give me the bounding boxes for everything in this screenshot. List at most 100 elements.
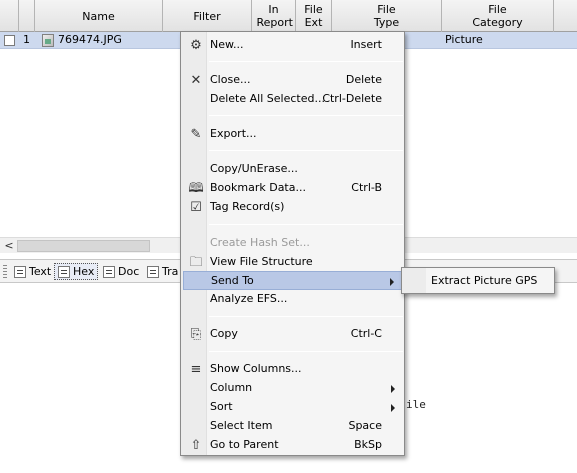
tab-label: Doc [118,265,140,278]
column-header-label: Name [82,9,115,23]
column-header-checkbox[interactable] [0,0,19,32]
menu-icon-gutter [402,268,426,293]
hex-view-icon [58,265,70,278]
menu-separator [209,115,403,116]
image-file-icon [42,34,54,47]
menu-item-label: Show Columns... [210,362,302,375]
context-menu: ⚙ New... Insert ✕ Close... Delete Delete… [180,31,405,456]
menu-item-extract-picture-gps[interactable]: Extract Picture GPS [431,274,537,287]
row-file-name: 769474.JPG [58,33,122,46]
table-header: Name Filter In Report File Ext File Type… [0,0,577,32]
submenu-arrow-icon [391,404,395,412]
menu-item-label: Copy/UnErase... [210,162,298,175]
menu-item-bookmark-data[interactable]: 🕮 Bookmark Data... Ctrl-B [183,179,402,198]
menu-item-copy[interactable]: ⎘ Copy Ctrl-C [183,325,402,344]
menu-item-label: Column [210,381,253,394]
column-header-in-report[interactable]: In Report [252,0,296,32]
transcript-view-icon [147,265,159,278]
go-to-parent-icon: ⇧ [190,438,202,453]
column-header-file-type[interactable]: File Type [332,0,442,32]
column-header-label: File Category [472,3,523,29]
submenu-arrow-icon [391,385,395,393]
column-header-number[interactable] [19,0,35,32]
column-header-label: File Ext [304,3,323,29]
doc-view-icon [103,265,115,278]
column-header-file-category[interactable]: File Category [442,0,554,32]
scroll-left-arrow-icon[interactable]: < [2,238,16,254]
text-view-icon [14,265,26,278]
menu-item-shortcut: Delete [345,73,382,86]
menu-item-label: Close... [210,73,251,86]
menu-item-go-to-parent[interactable]: ⇧ Go to Parent BkSp [183,436,402,455]
row-number: 1 [23,33,30,46]
menu-item-label: Sort [210,400,233,413]
submenu-arrow-icon [390,278,394,286]
tag-checkbox-icon: ☑ [190,200,202,215]
menu-item-shortcut: Ctrl-C [350,327,382,340]
tab-transcript[interactable]: Tra [144,263,181,280]
menu-item-label: New... [210,38,244,51]
folder-icon: 🗀 [189,255,203,270]
menu-item-export[interactable]: ✎ Export... [183,125,402,144]
menu-item-shortcut: Space [348,419,382,432]
menu-item-shortcut: Ctrl-B [351,181,382,194]
column-header-file-ext[interactable]: File Ext [296,0,332,32]
tab-label: Text [29,265,52,278]
menu-item-label: Send To [211,274,254,287]
menu-separator [209,316,403,317]
column-header-label: File Type [373,3,400,29]
row-checkbox[interactable] [4,35,15,46]
menu-item-column[interactable]: Column [183,379,402,398]
tab-hex[interactable]: Hex [54,263,99,280]
tab-text[interactable]: Text [11,263,54,280]
hex-pane-text: ile [406,398,426,411]
tab-label: Tra [162,265,179,278]
menu-item-select-item[interactable]: Select Item Space [183,417,402,436]
menu-item-shortcut: Insert [350,38,382,51]
menu-item-label: Analyze EFS... [210,292,288,305]
send-to-submenu: Extract Picture GPS [401,267,555,294]
copy-icon: ⎘ [190,327,202,342]
menu-item-analyze-efs[interactable]: Analyze EFS... [183,290,402,309]
menu-item-new[interactable]: ⚙ New... Insert [183,36,402,55]
column-header-label: In Report [256,3,293,29]
columns-list-icon: ≡ [190,362,202,377]
menu-item-label: Create Hash Set... [210,236,310,249]
menu-item-tag-records[interactable]: ☑ Tag Record(s) [183,198,402,217]
menu-item-shortcut: BkSp [354,438,382,451]
menu-item-label: Tag Record(s) [210,200,285,213]
close-icon: ✕ [190,73,202,88]
menu-item-show-columns[interactable]: ≡ Show Columns... [183,360,402,379]
menu-item-label: View File Structure [210,255,313,268]
menu-item-create-hash-set: Create Hash Set... [183,234,402,253]
export-icon: ✎ [190,127,202,142]
column-header-label: Filter [193,9,221,23]
menu-separator [209,224,403,225]
row-file-category: Picture [445,33,483,46]
menu-item-label: Copy [210,327,238,340]
toolbar-grip-icon[interactable] [3,265,7,278]
menu-item-delete-all-selected[interactable]: Delete All Selected... Ctrl-Delete [183,90,402,109]
menu-item-shortcut: Ctrl-Delete [322,92,382,105]
menu-item-label: Bookmark Data... [210,181,306,194]
menu-item-send-to[interactable]: Send To [183,271,402,290]
menu-item-sort[interactable]: Sort [183,398,402,417]
menu-separator [209,61,403,62]
new-item-icon: ⚙ [190,38,202,53]
tab-label: Hex [73,265,95,278]
menu-separator [209,150,403,151]
menu-separator [209,351,403,352]
menu-item-label: Delete All Selected... [210,92,325,105]
column-header-name[interactable]: Name [35,0,163,32]
scrollbar-thumb[interactable] [17,240,150,252]
column-header-extra[interactable] [554,0,577,32]
menu-item-label: Select Item [210,419,273,432]
menu-item-view-file-structure[interactable]: 🗀 View File Structure [183,253,402,272]
menu-item-label: Export... [210,127,257,140]
menu-item-close[interactable]: ✕ Close... Delete [183,71,402,90]
menu-item-copy-unerase[interactable]: Copy/UnErase... [183,160,402,179]
menu-item-label: Go to Parent [210,438,279,451]
bookmark-book-icon: 🕮 [188,181,204,196]
tab-doc[interactable]: Doc [100,263,142,280]
column-header-filter[interactable]: Filter [163,0,252,32]
